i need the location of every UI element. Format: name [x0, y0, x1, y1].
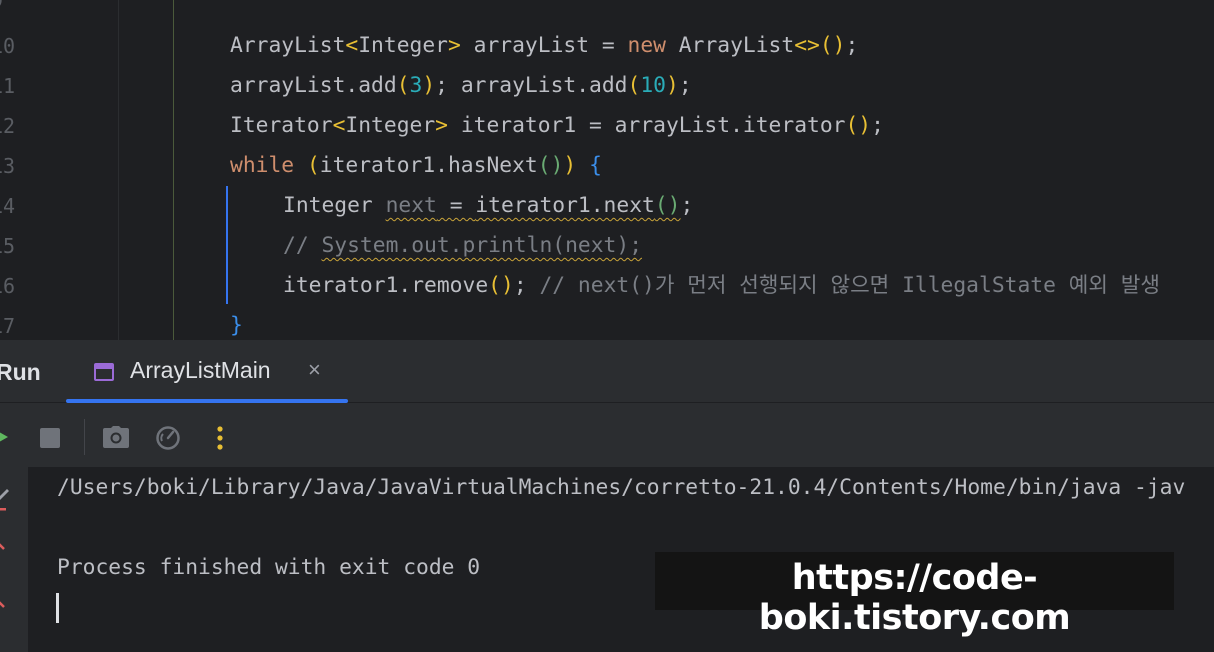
code-token: ()	[537, 153, 564, 178]
number-literal: 10	[640, 73, 666, 98]
comment-token: //	[283, 233, 322, 258]
console-window-icon	[94, 363, 114, 381]
more-vertical-icon[interactable]	[216, 426, 224, 450]
line-number: 11	[0, 74, 16, 98]
code-token: ;	[678, 73, 692, 98]
tab-label: ArrayListMain	[130, 357, 271, 383]
line-number: 17	[0, 314, 16, 338]
code-token: {	[589, 153, 602, 178]
code-token: arrayList =	[460, 33, 628, 58]
code-line-11[interactable]: arrayList.add(3); arrayList.add(10);	[230, 66, 692, 106]
code-token: ArrayList	[665, 33, 795, 58]
code-token: Iterator	[230, 113, 333, 138]
code-token: <>	[794, 33, 820, 58]
watermark: https://code-boki.tistory.com	[655, 552, 1174, 638]
code-token: >	[448, 33, 461, 58]
code-token: )	[422, 73, 436, 98]
run-tool-window-title: Run	[0, 359, 41, 385]
red-marker-icon	[0, 508, 6, 511]
text-caret	[56, 593, 59, 623]
code-token: Integer	[358, 33, 448, 58]
code-token: ArrayList	[230, 33, 346, 58]
camera-icon[interactable]	[102, 425, 130, 449]
line-number: 14	[0, 194, 16, 218]
comment-token: // next()가 먼저 선행되지 않으면 IllegalState 예외 발…	[526, 273, 1160, 298]
code-line-10[interactable]: ArrayList<Integer> arrayList = new Array…	[230, 26, 858, 66]
code-token: <	[345, 33, 359, 58]
play-icon[interactable]	[0, 428, 8, 446]
code-line-16[interactable]: iterator1.remove(); // next()가 먼저 선행되지 않…	[283, 266, 1160, 306]
arrow-icon[interactable]	[0, 595, 12, 613]
code-line-12[interactable]: Iterator<Integer> iterator1 = arrayList.…	[230, 106, 884, 146]
line-number: 9	[0, 0, 30, 20]
code-token: >	[435, 113, 448, 138]
keyword-new: new	[627, 33, 666, 58]
arrow-icon[interactable]	[0, 537, 12, 555]
scope-indent-guide	[226, 186, 228, 304]
code-token: Integer	[283, 193, 386, 218]
run-toolbar	[0, 403, 1214, 467]
code-token: ;	[513, 273, 527, 298]
code-line-14[interactable]: Integer next = iterator1.next();	[283, 186, 693, 226]
code-token: ;	[871, 113, 884, 138]
code-token: iterator1.hasNext	[319, 153, 538, 178]
code-token: )	[665, 73, 679, 98]
keyword-while: while	[230, 153, 295, 178]
code-token: iterator1 = arrayList.iterator	[448, 113, 846, 138]
code-line-15[interactable]: // System.out.println(next);	[283, 226, 642, 266]
stop-icon[interactable]	[40, 428, 60, 448]
code-token: ; arrayList.add	[435, 73, 628, 98]
code-token: =	[436, 193, 476, 218]
code-token: ;	[845, 33, 859, 58]
code-token: (	[627, 73, 641, 98]
commented-code: System.out.println(next);	[321, 233, 643, 258]
code-line-13[interactable]: while (iterator1.hasNext()) {	[230, 146, 602, 186]
fold-guide	[118, 0, 119, 340]
console-side-toolbar	[0, 467, 28, 652]
code-token: ()	[819, 33, 846, 58]
code-token: iterator1.remove	[283, 273, 489, 298]
indent-guide	[173, 0, 174, 340]
toolbar-divider	[84, 419, 85, 455]
watermark-text: https://code-boki.tistory.com	[758, 558, 1071, 638]
line-number: 10	[0, 34, 16, 58]
code-token: arrayList.add	[230, 73, 397, 98]
gauge-icon[interactable]	[155, 425, 181, 451]
close-icon[interactable]: ×	[308, 357, 321, 383]
code-token: (	[396, 73, 410, 98]
edit-icon[interactable]	[0, 485, 12, 503]
line-number: 15	[0, 234, 16, 258]
code-token: }	[230, 313, 243, 338]
code-line-17[interactable]: }	[230, 306, 243, 340]
code-editor[interactable]: 9 10 11 12 13 14 15 16 17 ArrayList<Inte…	[0, 0, 1214, 340]
console-command-line: /Users/boki/Library/Java/JavaVirtualMach…	[57, 475, 1186, 500]
code-token: ()	[654, 193, 681, 218]
code-token: Integer	[345, 113, 436, 138]
code-token: (	[306, 153, 320, 178]
run-tool-window-header: Run ArrayListMain ×	[0, 340, 1214, 403]
console-exit-message: Process finished with exit code 0	[57, 555, 481, 580]
line-number: 13	[0, 154, 16, 178]
code-token: ()	[845, 113, 872, 138]
line-number: 16	[0, 274, 16, 298]
code-token: iterator1.next	[475, 193, 655, 218]
line-number: 12	[0, 114, 16, 138]
number-literal: 3	[409, 73, 423, 98]
code-token: ()	[488, 273, 514, 298]
code-token: <	[332, 113, 346, 138]
code-token: )	[563, 153, 577, 178]
unused-variable: next	[385, 193, 437, 218]
code-token: ;	[680, 193, 694, 218]
tab-arraylistmain[interactable]: ArrayListMain ×	[66, 340, 348, 403]
